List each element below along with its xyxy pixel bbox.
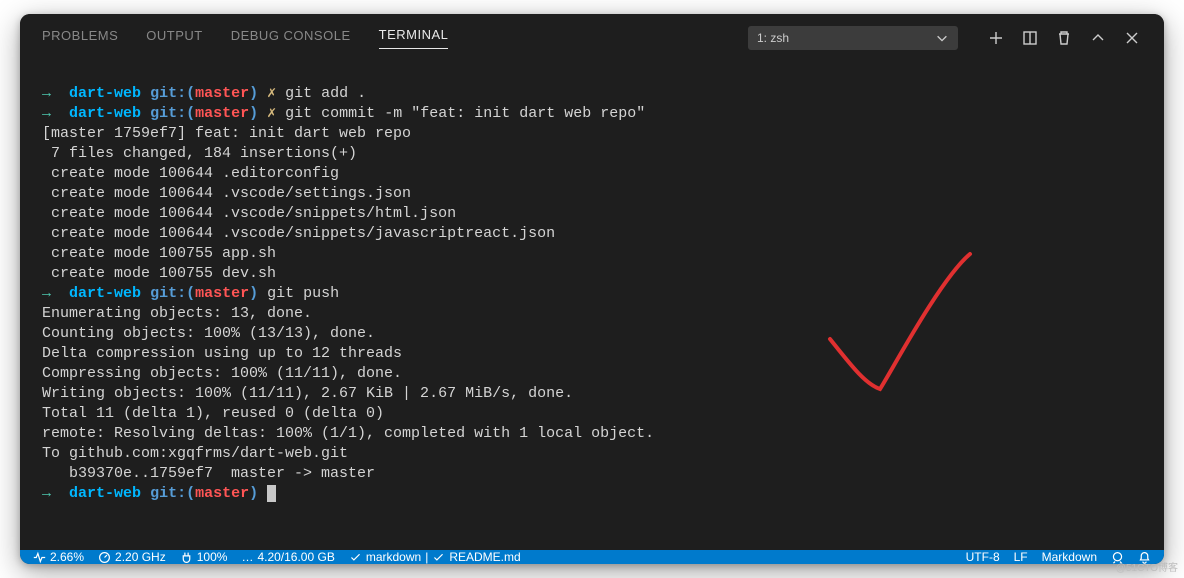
- cmd-line: git push: [267, 285, 339, 302]
- status-encoding[interactable]: UTF-8: [961, 550, 1005, 564]
- out-line: create mode 100644 .vscode/snippets/java…: [42, 225, 555, 242]
- out-line: Total 11 (delta 1), reused 0 (delta 0): [42, 405, 384, 422]
- status-memory[interactable]: … 4.20/16.00 GB: [236, 550, 339, 564]
- new-terminal-button[interactable]: [986, 28, 1006, 48]
- panel-tabbar: PROBLEMS OUTPUT DEBUG CONSOLE TERMINAL 1…: [20, 26, 1164, 54]
- terminal-cursor: [267, 485, 276, 502]
- panel-area: PROBLEMS OUTPUT DEBUG CONSOLE TERMINAL 1…: [20, 14, 1164, 550]
- watermark: @51CTO博客: [1116, 559, 1178, 574]
- editor-window: PROBLEMS OUTPUT DEBUG CONSOLE TERMINAL 1…: [20, 14, 1164, 564]
- prompt-git: git:(: [150, 85, 195, 102]
- check-icon: [432, 551, 445, 564]
- out-line: 7 files changed, 184 insertions(+): [42, 145, 357, 162]
- prompt-dirty: ✗: [267, 85, 276, 102]
- tab-debug-console[interactable]: DEBUG CONSOLE: [231, 28, 351, 49]
- gauge-icon: [98, 551, 111, 564]
- out-line: Enumerating objects: 13, done.: [42, 305, 312, 322]
- out-line: Writing objects: 100% (11/11), 2.67 KiB …: [42, 385, 573, 402]
- out-line: [master 1759ef7] feat: init dart web rep…: [42, 125, 411, 142]
- checkmark-annotation: [810, 244, 990, 414]
- out-line: create mode 100755 dev.sh: [42, 265, 276, 282]
- out-line: remote: Resolving deltas: 100% (1/1), co…: [42, 425, 654, 442]
- tab-output[interactable]: OUTPUT: [146, 28, 202, 49]
- out-line: create mode 100644 .vscode/snippets/html…: [42, 205, 456, 222]
- split-terminal-button[interactable]: [1020, 28, 1040, 48]
- out-line: Counting objects: 100% (13/13), done.: [42, 325, 375, 342]
- prompt-branch: master: [195, 85, 249, 102]
- plug-icon: [180, 551, 193, 564]
- prompt-arrow: →: [42, 85, 51, 102]
- out-line: create mode 100644 .vscode/settings.json: [42, 185, 411, 202]
- maximize-panel-button[interactable]: [1088, 28, 1108, 48]
- out-line: Delta compression using up to 12 threads: [42, 345, 402, 362]
- close-panel-button[interactable]: [1122, 28, 1142, 48]
- status-eol[interactable]: LF: [1009, 550, 1033, 564]
- tab-terminal[interactable]: TERMINAL: [379, 27, 449, 49]
- out-line: create mode 100644 .editorconfig: [42, 165, 339, 182]
- out-line: To github.com:xgqfrms/dart-web.git: [42, 445, 348, 462]
- chevron-down-icon: [935, 31, 949, 45]
- cmd-line: git add .: [285, 85, 366, 102]
- cmd-line: git commit -m "feat: init dart web repo": [285, 105, 645, 122]
- out-line: b39370e..1759ef7 master -> master: [42, 465, 375, 482]
- status-cpu-pct[interactable]: 2.66%: [28, 550, 89, 564]
- terminal-selector[interactable]: 1: zsh: [748, 26, 958, 50]
- pulse-icon: [33, 551, 46, 564]
- prompt-dir: dart-web: [69, 85, 141, 102]
- out-line: create mode 100755 app.sh: [42, 245, 276, 262]
- status-cpu-speed[interactable]: 2.20 GHz: [93, 550, 171, 564]
- status-battery[interactable]: 100%: [175, 550, 233, 564]
- status-language-check[interactable]: markdown | README.md: [344, 550, 526, 564]
- terminal-selector-label: 1: zsh: [757, 31, 789, 45]
- panel-actions: [986, 28, 1142, 48]
- status-bar: 2.66% 2.20 GHz 100% … 4.20/16.00 GB mark…: [20, 550, 1164, 564]
- kill-terminal-button[interactable]: [1054, 28, 1074, 48]
- check-icon: [349, 551, 362, 564]
- out-line: Compressing objects: 100% (11/11), done.: [42, 365, 402, 382]
- terminal-output[interactable]: → dart-web git:(master) ✗ git add . → da…: [20, 54, 1164, 550]
- tab-problems[interactable]: PROBLEMS: [42, 28, 118, 49]
- status-language-mode[interactable]: Markdown: [1037, 550, 1102, 564]
